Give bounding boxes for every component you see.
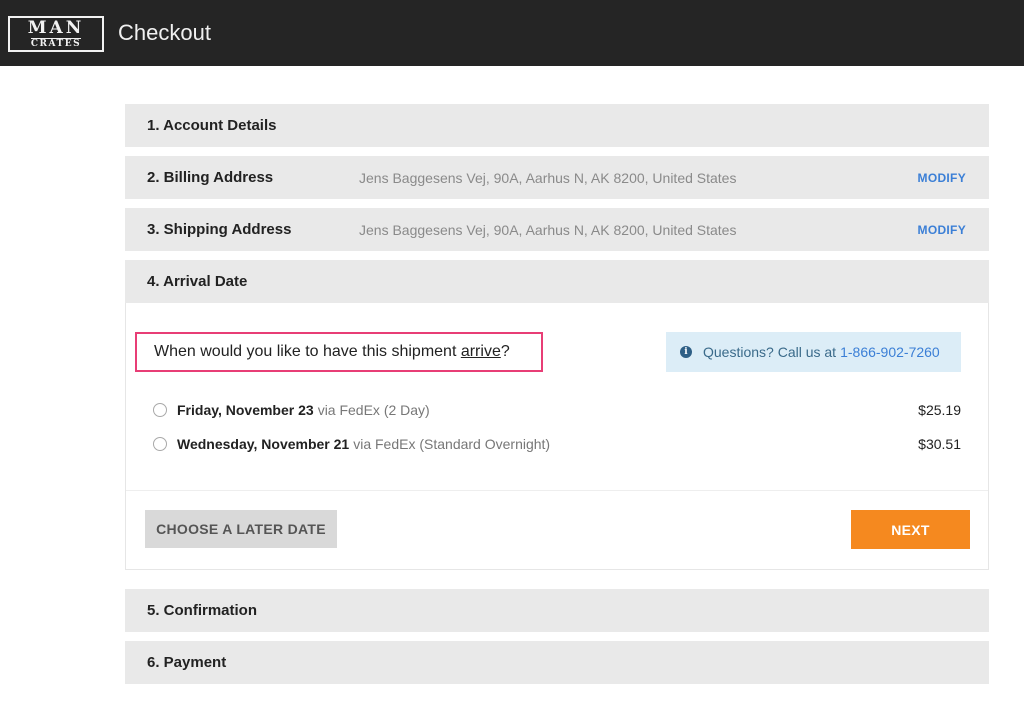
option-date: Wednesday, November 21 (177, 436, 350, 452)
logo-line-2: CRATES (30, 37, 82, 49)
arrival-question: When would you like to have this shipmen… (135, 332, 543, 372)
step-title: 1. Account Details (147, 117, 277, 134)
step-title: 5. Confirmation (147, 602, 258, 619)
logo-line-1: MAN (27, 17, 85, 38)
shipping-option-row[interactable]: Wednesday, November 21 via FedEx (Standa… (153, 432, 961, 456)
question-keyword: arrive (460, 343, 501, 360)
step-confirmation: 5. Confirmation (125, 589, 989, 632)
question-text: When would you like to have this shipmen… (154, 343, 461, 360)
page-title: Checkout (118, 20, 211, 45)
shipping-option-row[interactable]: Friday, November 23 via FedEx (2 Day) $2… (153, 398, 961, 422)
help-callout: i Questions? Call us at 1-866-902-7260 (666, 332, 961, 372)
option-date: Friday, November 23 (177, 402, 314, 418)
step-title: 6. Payment (147, 654, 227, 671)
option-carrier: via FedEx (2 Day) (317, 402, 430, 418)
arrival-date-panel: When would you like to have this shipmen… (125, 303, 989, 570)
option-carrier: via FedEx (Standard Overnight) (353, 436, 551, 452)
step-payment: 6. Payment (125, 641, 989, 684)
info-icon: i (680, 346, 692, 358)
modify-billing-link[interactable]: MODIFY (918, 171, 966, 185)
step-billing-address: 2. Billing Address Jens Baggesens Vej, 9… (125, 156, 989, 199)
top-bar: MAN CRATES Checkout (0, 0, 1024, 66)
step-shipping-address: 3. Shipping Address Jens Baggesens Vej, … (125, 208, 989, 251)
shipping-address-summary: Jens Baggesens Vej, 90A, Aarhus N, AK 82… (359, 221, 737, 238)
shipping-option-radio[interactable] (153, 403, 167, 417)
option-price: $25.19 (918, 402, 961, 418)
panel-divider (126, 490, 988, 491)
step-title: 2. Billing Address (147, 169, 274, 186)
question-suffix: ? (500, 343, 510, 360)
shipping-option-radio[interactable] (153, 437, 167, 451)
help-phone-link[interactable]: 1-866-902-7260 (840, 344, 940, 360)
step-title: 4. Arrival Date (147, 273, 248, 290)
billing-address-summary: Jens Baggesens Vej, 90A, Aarhus N, AK 82… (359, 169, 737, 186)
modify-shipping-link[interactable]: MODIFY (918, 223, 966, 237)
step-title: 3. Shipping Address (147, 221, 292, 238)
help-text: Questions? Call us at (703, 344, 837, 360)
option-price: $30.51 (918, 436, 961, 452)
step-account-details[interactable]: 1. Account Details (125, 104, 989, 147)
choose-later-date-button[interactable]: CHOOSE A LATER DATE (145, 510, 337, 548)
step-arrival-date: 4. Arrival Date (125, 260, 989, 303)
man-crates-logo[interactable]: MAN CRATES (8, 16, 104, 52)
next-button[interactable]: NEXT (851, 510, 970, 549)
